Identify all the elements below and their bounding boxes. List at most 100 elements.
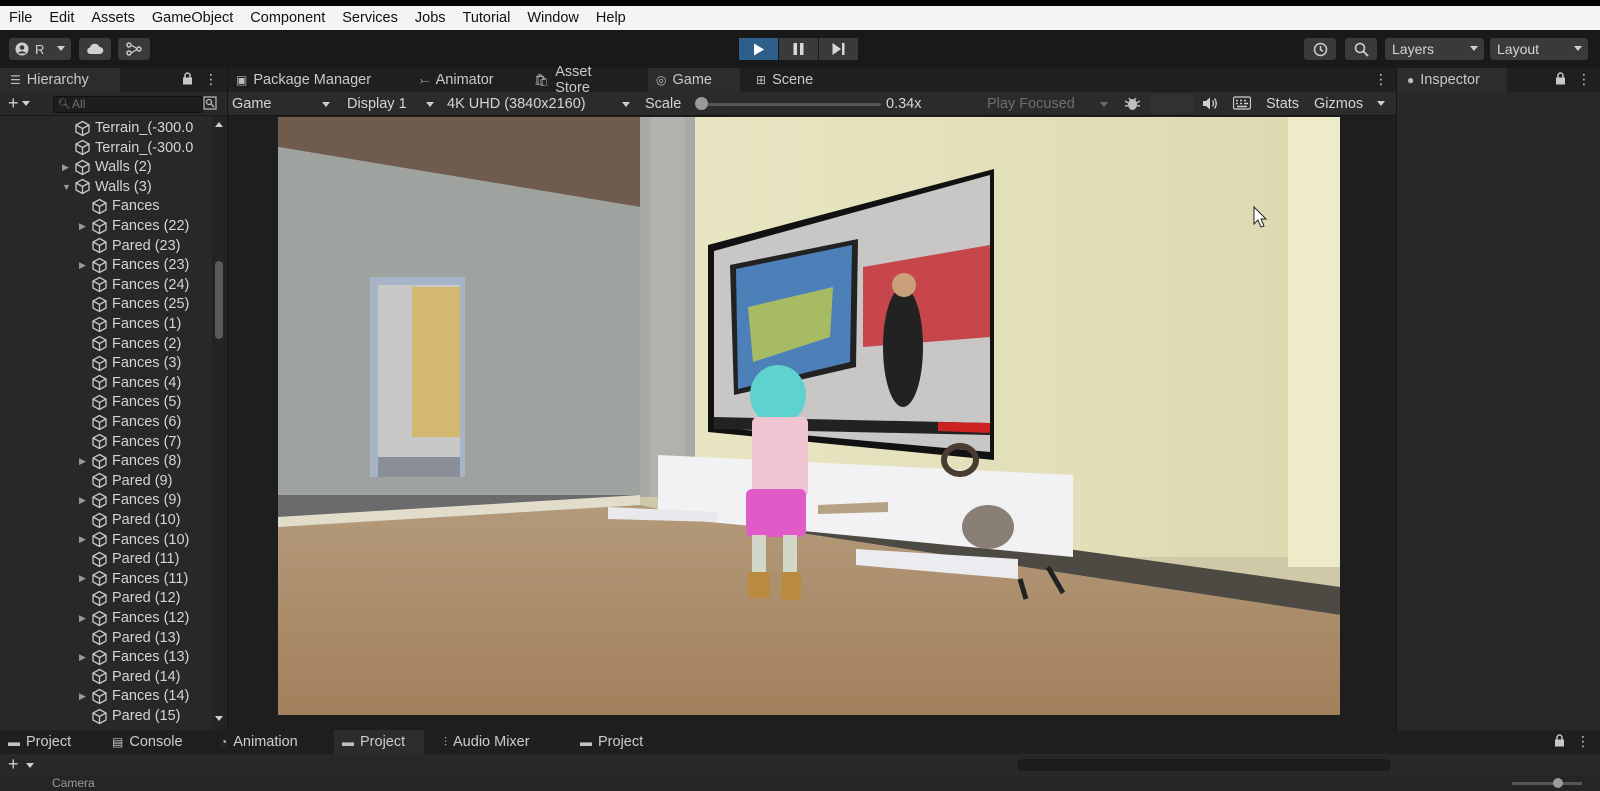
hierarchy-item[interactable]: ▶ Fances (8) bbox=[79, 451, 181, 471]
menu-item-tutorial[interactable]: Tutorial bbox=[463, 10, 511, 26]
hierarchy-item[interactable]: Pared (14) bbox=[79, 667, 181, 687]
add-icon[interactable]: + bbox=[8, 754, 19, 775]
fold-closed-icon[interactable]: ▶ bbox=[62, 162, 74, 173]
tab-audio-mixer[interactable]: ⫶ Audio Mixer bbox=[436, 730, 564, 754]
search-filter-icon[interactable] bbox=[203, 96, 217, 113]
hierarchy-item[interactable]: Fances (7) bbox=[79, 432, 181, 452]
tab-project[interactable]: ▬ Project bbox=[334, 730, 424, 754]
hierarchy-item[interactable]: ▶ Fances (23) bbox=[79, 255, 189, 275]
hierarchy-item[interactable]: ▶ Fances (12) bbox=[79, 608, 189, 628]
fold-closed-icon[interactable]: ▶ bbox=[79, 613, 91, 624]
lock-icon[interactable] bbox=[1554, 734, 1565, 750]
hierarchy-item[interactable]: ▶ Fances (10) bbox=[79, 530, 189, 550]
hierarchy-item[interactable]: Pared (9) bbox=[79, 471, 172, 491]
hierarchy-item[interactable]: ▶ Fances (14) bbox=[79, 686, 189, 706]
add-icon[interactable]: + bbox=[8, 93, 19, 114]
play-mode-dropdown[interactable]: Play Focused bbox=[983, 94, 1113, 114]
tab-animator[interactable]: ⤚ Animator bbox=[412, 68, 516, 92]
account-button[interactable]: R bbox=[9, 38, 71, 60]
menu-item-edit[interactable]: Edit bbox=[49, 10, 74, 26]
scrollbar-thumb[interactable] bbox=[215, 261, 223, 339]
play-button[interactable] bbox=[739, 38, 778, 60]
tab-project[interactable]: ▬ Project bbox=[572, 730, 662, 754]
hierarchy-item[interactable]: Fances (24) bbox=[79, 275, 189, 295]
lock-icon[interactable] bbox=[182, 72, 193, 88]
tab-game[interactable]: ◎ Game bbox=[648, 68, 740, 92]
project-search-input[interactable] bbox=[1018, 759, 1390, 771]
chevron-down-icon[interactable] bbox=[21, 101, 30, 106]
speaker-icon[interactable] bbox=[1202, 96, 1218, 114]
stats-toggle[interactable]: Stats bbox=[1266, 94, 1299, 114]
hierarchy-item[interactable]: ▶ Fances (11) bbox=[79, 569, 188, 589]
collab-button[interactable] bbox=[118, 38, 150, 60]
fold-closed-icon[interactable]: ▶ bbox=[79, 260, 91, 271]
scroll-down-icon[interactable] bbox=[215, 716, 223, 721]
hierarchy-item[interactable]: ▶ Fances (9) bbox=[79, 490, 181, 510]
pause-button[interactable] bbox=[779, 38, 818, 60]
hierarchy-item[interactable]: ▶ Walls (2) bbox=[62, 157, 152, 177]
layers-dropdown[interactable]: Layers bbox=[1385, 38, 1484, 60]
tab-asset-store[interactable]: 🛍︎ Asset Store bbox=[526, 64, 638, 96]
hierarchy-item[interactable]: Fances (1) bbox=[79, 314, 181, 334]
history-button[interactable] bbox=[1304, 38, 1336, 60]
fold-closed-icon[interactable]: ▶ bbox=[79, 534, 91, 545]
menu-item-window[interactable]: Window bbox=[527, 10, 579, 26]
hierarchy-scrollbar[interactable] bbox=[212, 116, 226, 730]
game-viewport[interactable] bbox=[278, 117, 1340, 715]
hierarchy-item[interactable]: Pared (15) bbox=[79, 706, 181, 726]
lock-icon[interactable] bbox=[1555, 72, 1566, 88]
hierarchy-item[interactable]: Fances (6) bbox=[79, 412, 181, 432]
fold-open-icon[interactable]: ▼ bbox=[62, 182, 74, 192]
hierarchy-search-input[interactable]: 🔍︎ All bbox=[53, 96, 203, 113]
zoom-slider-handle[interactable] bbox=[1553, 778, 1563, 788]
hierarchy-item[interactable]: Fances bbox=[79, 196, 160, 216]
hierarchy-item[interactable]: Fances (2) bbox=[79, 334, 181, 354]
hierarchy-item[interactable]: Fances (3) bbox=[79, 353, 181, 373]
hierarchy-item[interactable]: ▶ Fances (13) bbox=[79, 647, 189, 667]
fold-closed-icon[interactable]: ▶ bbox=[79, 495, 91, 506]
fold-closed-icon[interactable]: ▶ bbox=[79, 652, 91, 663]
hierarchy-item[interactable]: Terrain_(-300.0 bbox=[62, 118, 193, 138]
project-tree-item-label[interactable]: Camera bbox=[52, 776, 95, 791]
tab-scene[interactable]: ⊞ Scene bbox=[748, 68, 830, 92]
tab-hierarchy[interactable]: ☰ Hierarchy bbox=[0, 68, 120, 92]
more-options-icon[interactable]: ⋮ bbox=[1374, 71, 1388, 88]
gizmos-chevron-down-icon[interactable] bbox=[1377, 101, 1385, 106]
hierarchy-item[interactable]: Pared (11) bbox=[79, 549, 179, 569]
fold-closed-icon[interactable]: ▶ bbox=[79, 691, 91, 702]
resolution-dropdown[interactable]: 4K UHD (3840x2160) bbox=[443, 94, 635, 114]
zoom-slider-track[interactable] bbox=[1512, 782, 1582, 785]
hierarchy-item[interactable]: Pared (23) bbox=[79, 236, 181, 256]
scroll-up-icon[interactable] bbox=[215, 122, 223, 127]
fold-closed-icon[interactable]: ▶ bbox=[79, 573, 91, 584]
hierarchy-item[interactable]: Fances (4) bbox=[79, 373, 181, 393]
tab-animation[interactable]: ◔ Animation bbox=[212, 730, 326, 754]
hierarchy-item[interactable]: Fances (5) bbox=[79, 392, 181, 412]
tab-console[interactable]: ▤ Console bbox=[104, 730, 204, 754]
hierarchy-item[interactable]: Pared (13) bbox=[79, 628, 181, 648]
more-options-icon[interactable]: ⋮ bbox=[204, 71, 218, 88]
tab-inspector[interactable]: ● Inspector bbox=[1397, 68, 1507, 92]
menu-item-help[interactable]: Help bbox=[596, 10, 626, 26]
fold-closed-icon[interactable]: ▶ bbox=[79, 221, 91, 232]
scale-slider-handle[interactable] bbox=[695, 97, 708, 110]
scale-slider-track[interactable] bbox=[701, 103, 881, 106]
tab-package-manager[interactable]: ▣ Package Manager bbox=[228, 68, 402, 92]
layout-dropdown[interactable]: Layout bbox=[1490, 38, 1588, 60]
hierarchy-item[interactable]: Pared (12) bbox=[79, 588, 181, 608]
cloud-button[interactable] bbox=[79, 38, 111, 60]
game-view-dropdown[interactable]: Game bbox=[228, 94, 335, 114]
step-button[interactable] bbox=[819, 38, 858, 60]
hierarchy-item[interactable]: Pared (10) bbox=[79, 510, 181, 530]
gizmos-toggle[interactable]: Gizmos bbox=[1314, 94, 1363, 114]
menu-item-gameobject[interactable]: GameObject bbox=[152, 10, 233, 26]
menu-item-file[interactable]: File bbox=[9, 10, 32, 26]
bug-icon[interactable] bbox=[1124, 95, 1141, 115]
more-options-icon[interactable]: ⋮ bbox=[1577, 71, 1591, 88]
search-button[interactable] bbox=[1345, 38, 1377, 60]
hierarchy-item[interactable]: Fances (25) bbox=[79, 294, 189, 314]
more-options-icon[interactable]: ⋮ bbox=[1576, 733, 1590, 750]
display-dropdown[interactable]: Display 1 bbox=[343, 94, 439, 114]
menu-item-component[interactable]: Component bbox=[250, 10, 325, 26]
fold-closed-icon[interactable]: ▶ bbox=[79, 456, 91, 467]
